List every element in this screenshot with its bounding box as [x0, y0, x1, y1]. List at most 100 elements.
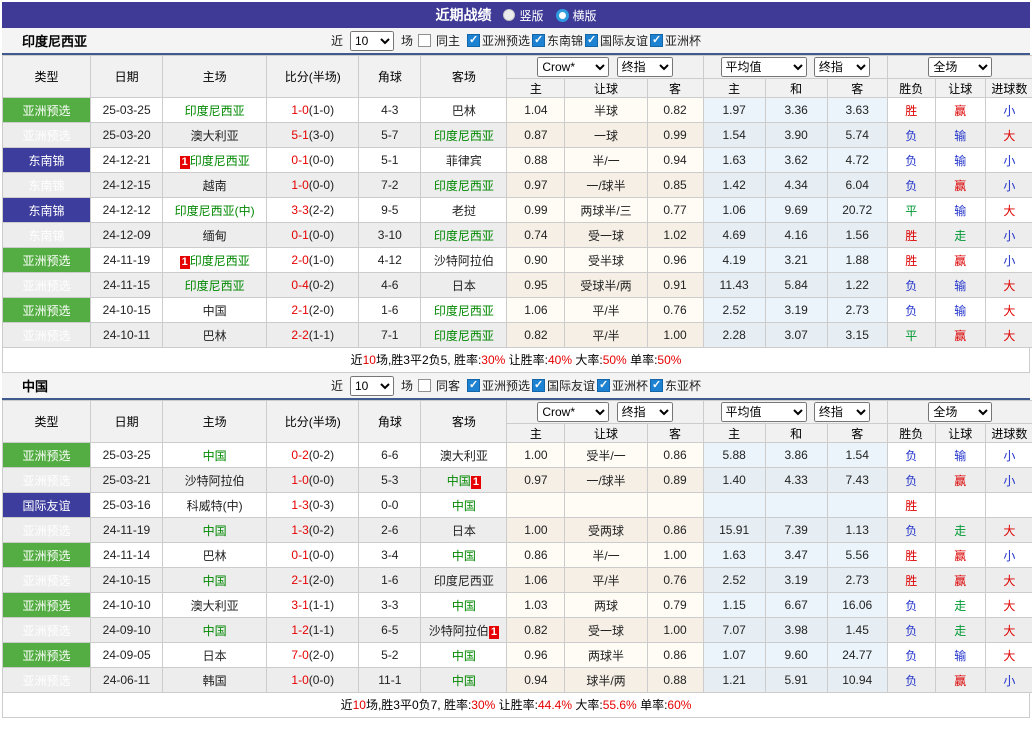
final-odds-select[interactable]: 终指	[617, 402, 673, 422]
league-filter[interactable]: 亚洲预选	[467, 377, 530, 394]
avg-home-cell: 1.15	[703, 593, 765, 618]
checkbox-checked-icon[interactable]	[597, 379, 610, 392]
home-team-cell: 中国	[163, 568, 267, 593]
league-filter[interactable]: 亚洲预选	[467, 32, 530, 49]
avg-draw-cell: 3.86	[765, 443, 827, 468]
fulltime-select[interactable]: 全场	[928, 402, 992, 422]
match-row: 亚洲预选24-10-10澳大利亚3-1(1-1)3-3中国1.03两球0.791…	[3, 593, 1032, 618]
avg-draw-cell: 3.07	[765, 323, 827, 348]
checkbox-checked-icon[interactable]	[532, 34, 545, 47]
average-select[interactable]: 平均值	[721, 402, 807, 422]
odds-home-cell	[507, 493, 565, 518]
match-date: 24-12-21	[91, 148, 163, 173]
league-filter[interactable]: 国际友谊	[585, 32, 648, 49]
league-type-badge: 亚洲预选	[3, 443, 91, 468]
avg-away-cell: 2.73	[827, 568, 887, 593]
summary-text: 大率:	[572, 353, 603, 367]
result-label: 负	[905, 624, 917, 638]
result-wdl-cell: 胜	[887, 248, 935, 273]
league-filter[interactable]: 东亚杯	[650, 377, 701, 394]
match-row: 亚洲预选24-06-11韩国1-0(0-0)11-1中国0.94球半/两0.88…	[3, 668, 1032, 693]
checkbox-checked-icon[interactable]	[650, 34, 663, 47]
score-cell: 1-2(1-1)	[267, 618, 359, 643]
corner-cell: 6-6	[359, 443, 421, 468]
corner-cell: 5-2	[359, 643, 421, 668]
odds-home-cell: 0.88	[507, 148, 565, 173]
team-label: 中国	[203, 574, 227, 588]
red-card-icon: 1	[180, 156, 190, 169]
league-filter[interactable]: 东南锦	[532, 32, 583, 49]
match-count-select[interactable]: 10	[350, 31, 394, 51]
avg-draw-cell	[765, 493, 827, 518]
fulltime-score: 0-1	[291, 228, 308, 242]
home-team-cell: 中国	[163, 298, 267, 323]
result-handicap-cell: 赢	[935, 323, 985, 348]
summary-row: 近10场,胜3平0负7, 胜率:30% 让胜率:44.4% 大率:55.6% 单…	[2, 693, 1030, 718]
odds-handicap-cell: 受一球	[565, 223, 647, 248]
average-select[interactable]: 平均值	[721, 57, 807, 77]
league-type-badge: 国际友谊	[3, 493, 91, 518]
bookmaker-select[interactable]: Crow*	[537, 402, 609, 422]
odds-away-cell	[647, 493, 703, 518]
result-handicap-cell: 输	[935, 298, 985, 323]
radio-unselected-icon[interactable]	[556, 9, 569, 22]
final-average-select[interactable]: 终指	[814, 57, 870, 77]
fulltime-select[interactable]: 全场	[928, 57, 992, 77]
results-table: 类型 日期 主场 比分(半场) 角球 客场 Crow* 终指 平均值 终指 全场	[2, 55, 1032, 348]
score-cell: 5-1(3-0)	[267, 123, 359, 148]
checkbox-checked-icon[interactable]	[585, 34, 598, 47]
league-filter[interactable]: 亚洲杯	[597, 377, 648, 394]
score-cell: 2-0(1-0)	[267, 248, 359, 273]
league-type-badge: 亚洲预选	[3, 273, 91, 298]
final-odds-select[interactable]: 终指	[617, 57, 673, 77]
score-cell: 7-0(2-0)	[267, 643, 359, 668]
same-venue-checkbox[interactable]	[418, 34, 431, 47]
checkbox-checked-icon[interactable]	[467, 379, 480, 392]
result-goals-cell: 大	[985, 123, 1032, 148]
result-label: 输	[954, 154, 966, 168]
avg-draw-cell: 5.91	[765, 668, 827, 693]
col-header-home: 主场	[163, 401, 267, 443]
fulltime-score: 2-2	[291, 328, 308, 342]
league-label: 东南锦	[547, 32, 583, 49]
league-filter[interactable]: 亚洲杯	[650, 32, 701, 49]
match-date: 25-03-21	[91, 468, 163, 493]
checkbox-checked-icon[interactable]	[650, 379, 663, 392]
team-label: 巴林	[203, 549, 227, 563]
result-label: 走	[954, 599, 966, 613]
summary-text: 场,胜3平0负7, 胜率:	[366, 698, 471, 712]
league-type-badge: 东南锦	[3, 198, 91, 223]
team-label: 日本	[203, 649, 227, 663]
layout-radio-horizontal[interactable]: 横版	[556, 7, 597, 24]
result-goals-cell	[985, 493, 1032, 518]
result-goals-cell: 大	[985, 518, 1032, 543]
avg-home-cell: 2.28	[703, 323, 765, 348]
result-label: 输	[954, 649, 966, 663]
team-label: 中国	[203, 304, 227, 318]
summary-text: 近	[351, 353, 363, 367]
col-header-score: 比分(半场)	[267, 401, 359, 443]
fulltime-score: 0-1	[291, 548, 308, 562]
final-average-select[interactable]: 终指	[814, 402, 870, 422]
odds-handicap-cell: 受半球	[565, 248, 647, 273]
summary-text: 让胜率:	[505, 353, 548, 367]
match-row: 亚洲预选24-09-05日本7-0(2-0)5-2中国0.96两球半0.861.…	[3, 643, 1032, 668]
same-venue-checkbox[interactable]	[418, 379, 431, 392]
col-header-date: 日期	[91, 401, 163, 443]
result-handicap-cell: 输	[935, 643, 985, 668]
checkbox-checked-icon[interactable]	[467, 34, 480, 47]
match-count-select[interactable]: 10	[350, 376, 394, 396]
away-team-cell: 沙特阿拉伯1	[421, 618, 507, 643]
home-team-cell: 沙特阿拉伯	[163, 468, 267, 493]
radio-selected-icon[interactable]	[503, 9, 515, 21]
bookmaker-select[interactable]: Crow*	[537, 57, 609, 77]
odds-handicap-cell: 半球	[565, 98, 647, 123]
result-wdl-cell: 负	[887, 273, 935, 298]
avg-away-cell	[827, 493, 887, 518]
result-label: 平	[905, 204, 917, 218]
result-label: 赢	[954, 179, 966, 193]
checkbox-checked-icon[interactable]	[532, 379, 545, 392]
league-filter[interactable]: 国际友谊	[532, 377, 595, 394]
avg-home-cell: 15.91	[703, 518, 765, 543]
layout-radio-vertical[interactable]: 竖版	[503, 7, 543, 24]
